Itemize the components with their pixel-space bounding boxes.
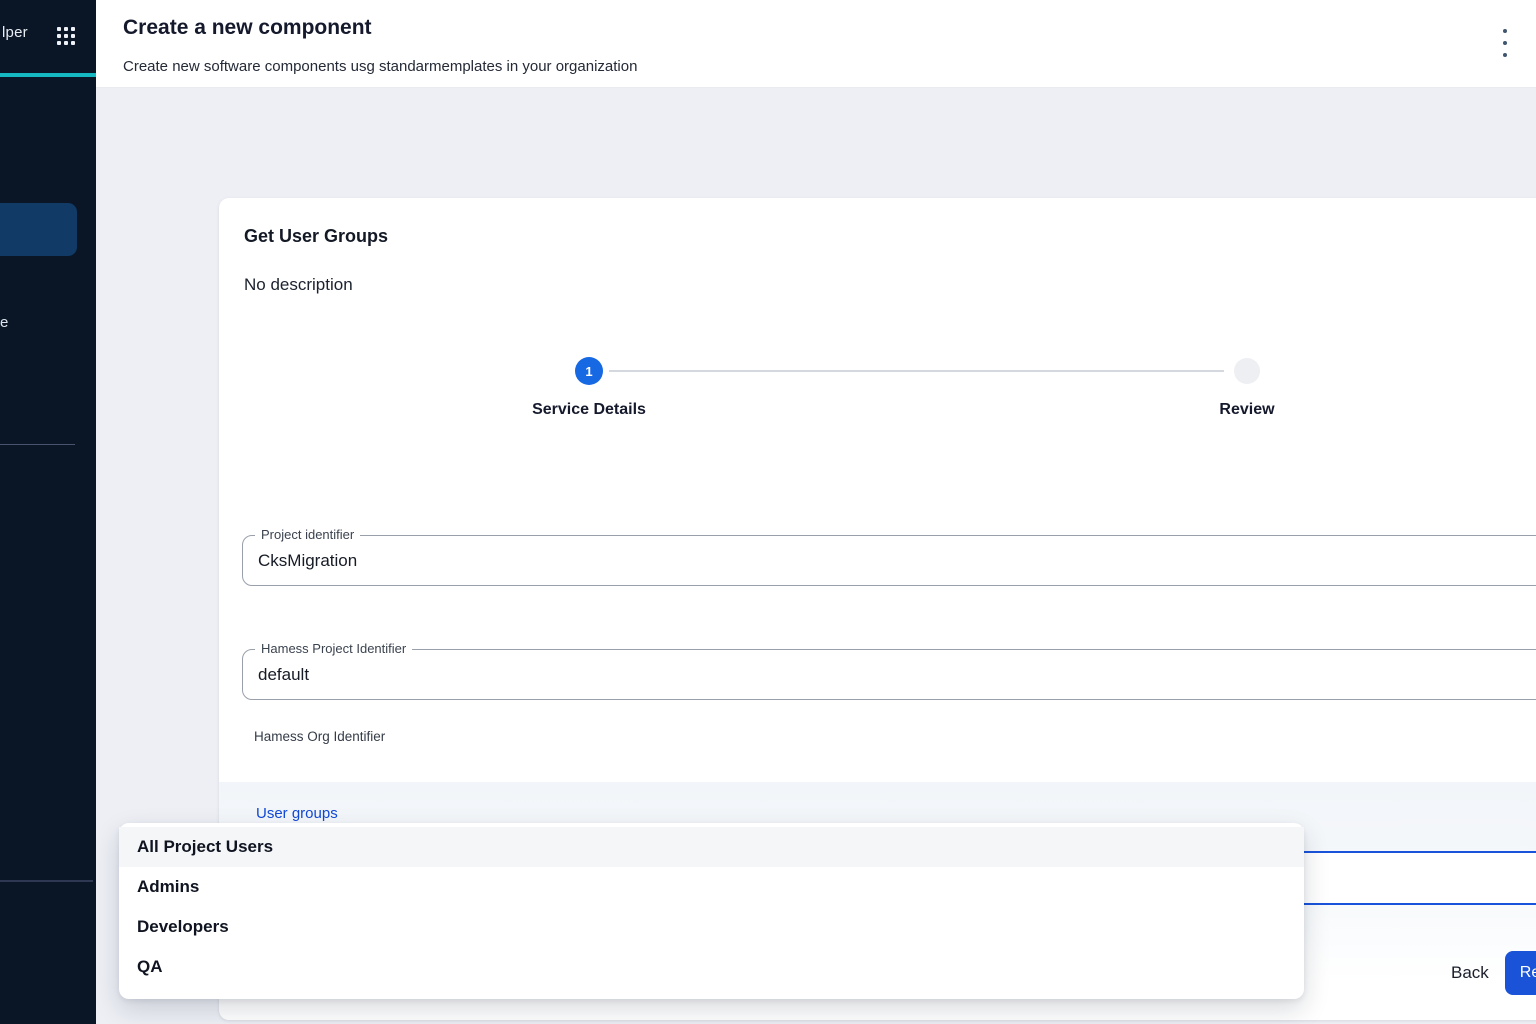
dropdown-option-all-project-users[interactable]: All Project Users	[119, 827, 1304, 867]
apps-grid-icon[interactable]	[57, 27, 77, 47]
step-2-indicator	[1234, 358, 1260, 384]
step-1-label: Service Details	[532, 401, 646, 419]
sidebar-divider	[0, 444, 75, 445]
step-1-indicator: 1	[575, 357, 603, 385]
project-identifier-input[interactable]	[258, 537, 1536, 584]
dropdown-option-admins[interactable]: Admins	[119, 867, 1304, 907]
page-subtitle: Create new software components usg stand…	[123, 58, 637, 75]
user-groups-link[interactable]: User groups	[256, 805, 338, 822]
card-description: No description	[244, 275, 353, 295]
content-area: Get User Groups No description 1 Service…	[96, 88, 1536, 1024]
harness-org-identifier-label: Hamess Org Identifier	[254, 729, 385, 744]
harness-project-identifier-input[interactable]	[258, 651, 1536, 698]
sidebar: lper e	[0, 0, 96, 1024]
step-2-label: Review	[1219, 401, 1274, 419]
sidebar-accent-divider	[0, 73, 96, 77]
back-button[interactable]: Back	[1447, 951, 1493, 995]
card-heading: Get User Groups	[244, 226, 388, 247]
dropdown-option-qa[interactable]: QA	[119, 947, 1304, 987]
harness-project-identifier-field: Hamess Project Identifier	[242, 649, 1536, 700]
dropdown-option-developers[interactable]: Developers	[119, 907, 1304, 947]
user-groups-dropdown-menu: All Project Users Admins Developers QA	[119, 823, 1304, 999]
page-header: Create a new component Create new softwa…	[96, 0, 1536, 88]
stepper-connector	[609, 370, 1224, 372]
app-window: lper e Create a new component Create new…	[0, 0, 1536, 1024]
sidebar-divider-bottom	[0, 880, 93, 882]
sidebar-brand-text: lper	[2, 24, 28, 41]
review-button[interactable]: Review	[1505, 951, 1536, 995]
sidebar-item-label[interactable]: e	[0, 314, 8, 331]
page-title: Create a new component	[123, 16, 372, 40]
sidebar-item-selected[interactable]	[0, 203, 77, 256]
project-identifier-field: Project identifier	[242, 535, 1536, 586]
kebab-menu-icon[interactable]	[1496, 27, 1514, 59]
step-1-number: 1	[585, 364, 592, 379]
